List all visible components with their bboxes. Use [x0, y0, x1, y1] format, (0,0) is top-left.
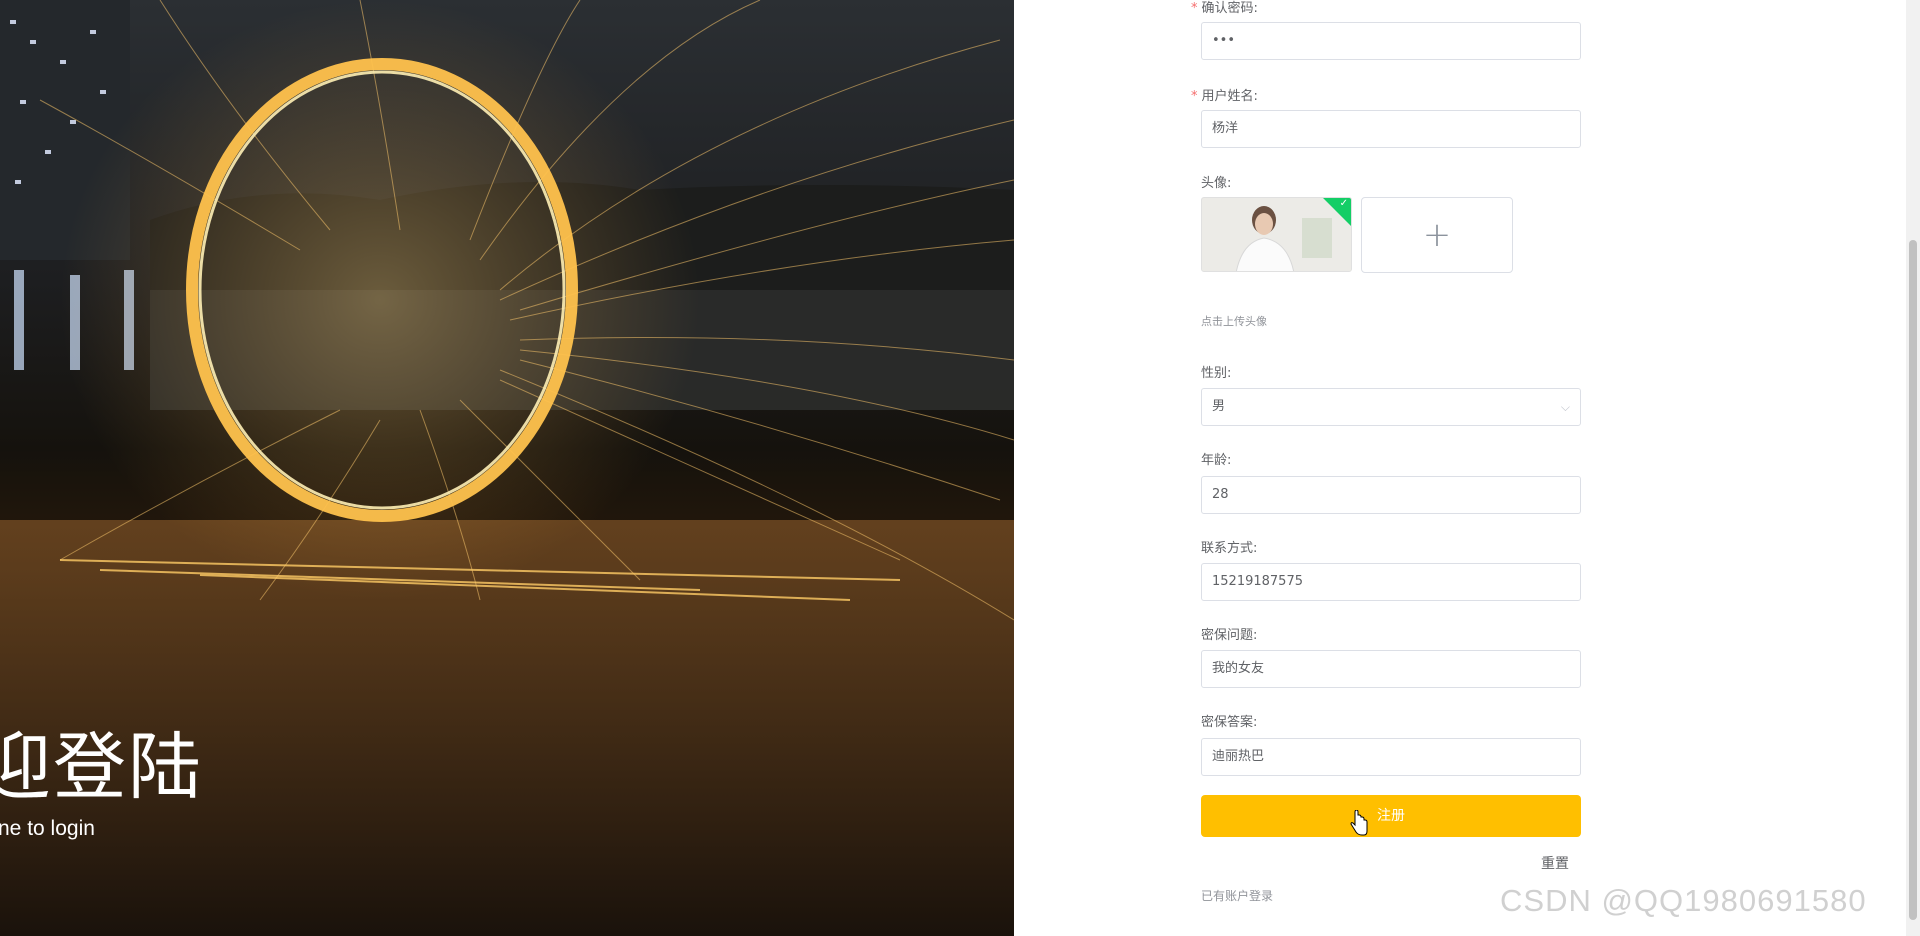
security-answer-label: 密保答案:: [1201, 715, 1258, 730]
age-input[interactable]: 28: [1201, 476, 1581, 514]
security-question-input[interactable]: 我的女友: [1201, 650, 1581, 688]
contact-input[interactable]: 15219187575: [1201, 563, 1581, 601]
hand-cursor-icon: [1350, 810, 1368, 836]
gender-label: 性别:: [1201, 366, 1232, 381]
required-mark: *: [1191, 89, 1198, 104]
required-mark: *: [1191, 1, 1198, 16]
avatar-upload-tip: 点击上传头像: [1201, 315, 1267, 328]
real-name-input[interactable]: 杨洋: [1201, 110, 1581, 148]
gender-select[interactable]: 男 ⌵: [1201, 388, 1581, 426]
avatar-label: 头像:: [1201, 176, 1232, 191]
age-label: 年龄:: [1201, 453, 1232, 468]
hero-subtitle: ne to login: [0, 817, 95, 840]
gender-select-value: 男: [1212, 399, 1226, 414]
check-icon: ✓: [1339, 198, 1348, 209]
scrollbar-thumb[interactable]: [1909, 240, 1917, 920]
security-question-label: 密保问题:: [1201, 628, 1258, 643]
confirm-password-input[interactable]: •••: [1201, 22, 1581, 60]
chevron-down-icon: ⌵: [1560, 400, 1570, 414]
register-button[interactable]: 注册: [1201, 795, 1581, 837]
confirm-password-label: * 确认密码:: [1191, 0, 1258, 16]
watermark: CSDN @QQ1980691580: [1500, 883, 1867, 918]
real-name-label: * 用户姓名:: [1191, 85, 1258, 104]
avatar-preview-image[interactable]: ✓: [1201, 197, 1352, 272]
avatar-photo: [1202, 198, 1351, 271]
existing-account-login-link[interactable]: 已有账户登录: [1201, 887, 1273, 904]
hero-title: 迎登陆: [0, 725, 203, 810]
security-answer-input[interactable]: 迪丽热巴: [1201, 738, 1581, 776]
page-scrollbar[interactable]: [1906, 0, 1920, 936]
confirm-password-label-text: 确认密码:: [1201, 1, 1258, 16]
avatar-upload-button[interactable]: +: [1361, 197, 1513, 273]
reset-button[interactable]: 重置: [1541, 853, 1569, 873]
contact-label: 联系方式:: [1201, 541, 1258, 556]
hero-background-image: 迎登陆 ne to login: [0, 0, 1014, 936]
real-name-label-text: 用户姓名:: [1201, 89, 1258, 104]
plus-icon: +: [1422, 215, 1452, 255]
